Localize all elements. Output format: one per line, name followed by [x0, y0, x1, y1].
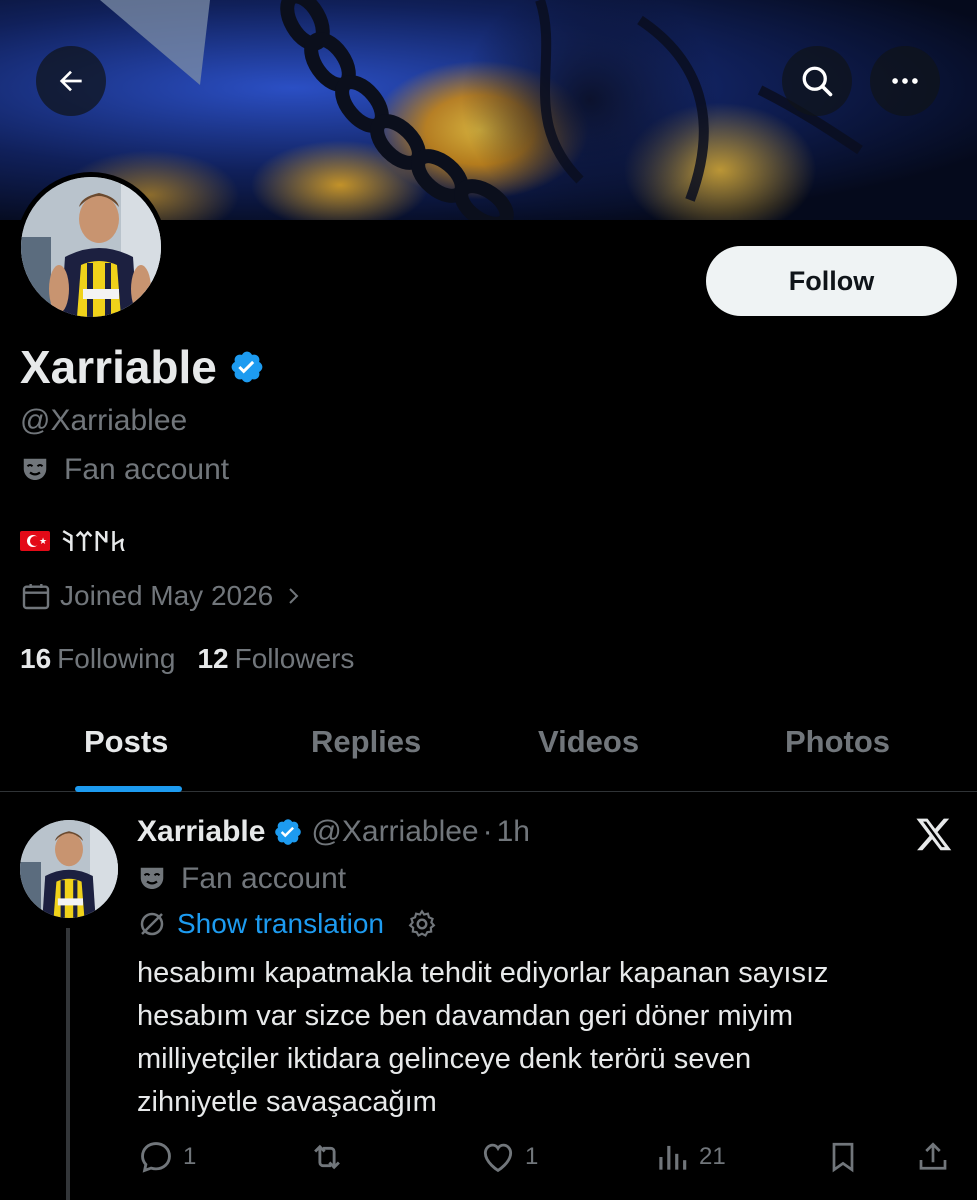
gear-icon[interactable]: [406, 908, 438, 940]
profile-tabs: Posts Replies Videos Photos: [0, 700, 977, 792]
tab-posts[interactable]: Posts: [84, 724, 168, 760]
more-horizontal-icon: [892, 78, 918, 84]
calendar-icon: [22, 584, 50, 610]
post-body: hesabımı kapatmakla tehdit ediyorlar kap…: [137, 952, 957, 1124]
x-logo-icon: [916, 818, 952, 851]
thread-line: [66, 928, 70, 1200]
followers-count: 12: [197, 643, 229, 674]
post-text-line: hesabım var sizce ben davamdan geri döne…: [137, 1000, 794, 1032]
share-icon: [919, 1142, 947, 1170]
follow-button[interactable]: Follow: [706, 246, 957, 316]
avatar-photo: [21, 177, 161, 317]
bookmark-button[interactable]: [825, 1138, 861, 1176]
post-timestamp[interactable]: 1h: [497, 815, 530, 849]
verified-badge-icon[interactable]: [273, 817, 303, 847]
post-actions: 1 1 21: [137, 1138, 957, 1178]
followers-link[interactable]: 12 Followers: [197, 643, 354, 675]
post-text-line: hesabımı kapatmakla tehdit ediyorlar kap…: [137, 957, 829, 989]
theater-mask-icon: [140, 867, 164, 889]
followers-label: Followers: [234, 643, 355, 674]
like-button[interactable]: 1: [479, 1138, 538, 1176]
profile-avatar[interactable]: [16, 172, 166, 322]
post-text-line: milliyetçiler iktidara gelinceye denk te…: [137, 1043, 752, 1075]
profile-affiliation: Fan account: [20, 453, 229, 487]
profile-handle: @Xarriablee: [20, 404, 188, 437]
post-avatar[interactable]: [20, 820, 118, 918]
search-button[interactable]: [782, 46, 852, 116]
bookmark-icon: [832, 1142, 854, 1173]
reply-icon: [141, 1142, 171, 1173]
views-bar-chart-icon: [659, 1145, 687, 1170]
following-count: 16: [20, 643, 52, 674]
tab-photos[interactable]: Photos: [785, 724, 890, 760]
repost-button[interactable]: [307, 1138, 355, 1176]
translate-slash-icon: [140, 912, 164, 936]
share-button[interactable]: [915, 1138, 951, 1176]
chevron-right-icon: [289, 588, 299, 604]
repost-icon: [314, 1144, 340, 1170]
arrow-left-icon: [59, 70, 82, 92]
post-affiliation-text: Fan account: [181, 862, 347, 895]
following-label: Following: [57, 643, 176, 674]
post-author-name[interactable]: Xarriable: [137, 815, 265, 849]
profile-joined-date[interactable]: Joined May 2026: [20, 580, 303, 612]
profile-stats: 16 Following 12 Followers: [20, 643, 376, 675]
profile-page: Follow Xarriable @Xarriablee Fan account…: [0, 0, 977, 1200]
post-author-handle[interactable]: @Xarriablee: [311, 815, 478, 849]
search-icon: [802, 66, 833, 97]
tab-replies[interactable]: Replies: [311, 724, 421, 760]
views-count: 21: [699, 1143, 726, 1170]
post-text-line: zihniyetle savaşacağım: [137, 1086, 437, 1118]
heart-icon: [483, 1143, 513, 1173]
views-button[interactable]: 21: [653, 1138, 726, 1176]
profile-banner[interactable]: [0, 0, 977, 220]
affiliation-text: Fan account: [64, 453, 230, 486]
back-button[interactable]: [36, 46, 106, 116]
active-tab-indicator: [75, 786, 182, 792]
reply-button[interactable]: 1: [137, 1138, 196, 1176]
bio-text: 𐱅𐰇𐰼𐰚: [62, 526, 127, 557]
following-link[interactable]: 16 Following: [20, 643, 175, 675]
post-separator: ·: [482, 815, 493, 848]
theater-mask-icon: [23, 458, 47, 480]
like-count: 1: [525, 1143, 539, 1170]
more-button[interactable]: [870, 46, 940, 116]
tab-videos[interactable]: Videos: [538, 724, 639, 760]
post-affiliation: Fan account: [137, 862, 346, 896]
turkey-flag-icon: ★: [20, 531, 50, 551]
display-name-text: Xarriable: [20, 341, 217, 393]
translate-row: Show translation: [137, 908, 438, 940]
profile-bio: ★ 𐱅𐰇𐰼𐰚: [20, 522, 126, 560]
post-header: Xarriable @Xarriablee · 1h: [137, 815, 530, 849]
joined-text: Joined May 2026: [60, 580, 274, 611]
show-translation-link[interactable]: Show translation: [177, 908, 384, 940]
verified-badge-icon[interactable]: [229, 349, 265, 385]
profile-display-name: Xarriable: [20, 340, 265, 394]
reply-count: 1: [183, 1143, 197, 1170]
